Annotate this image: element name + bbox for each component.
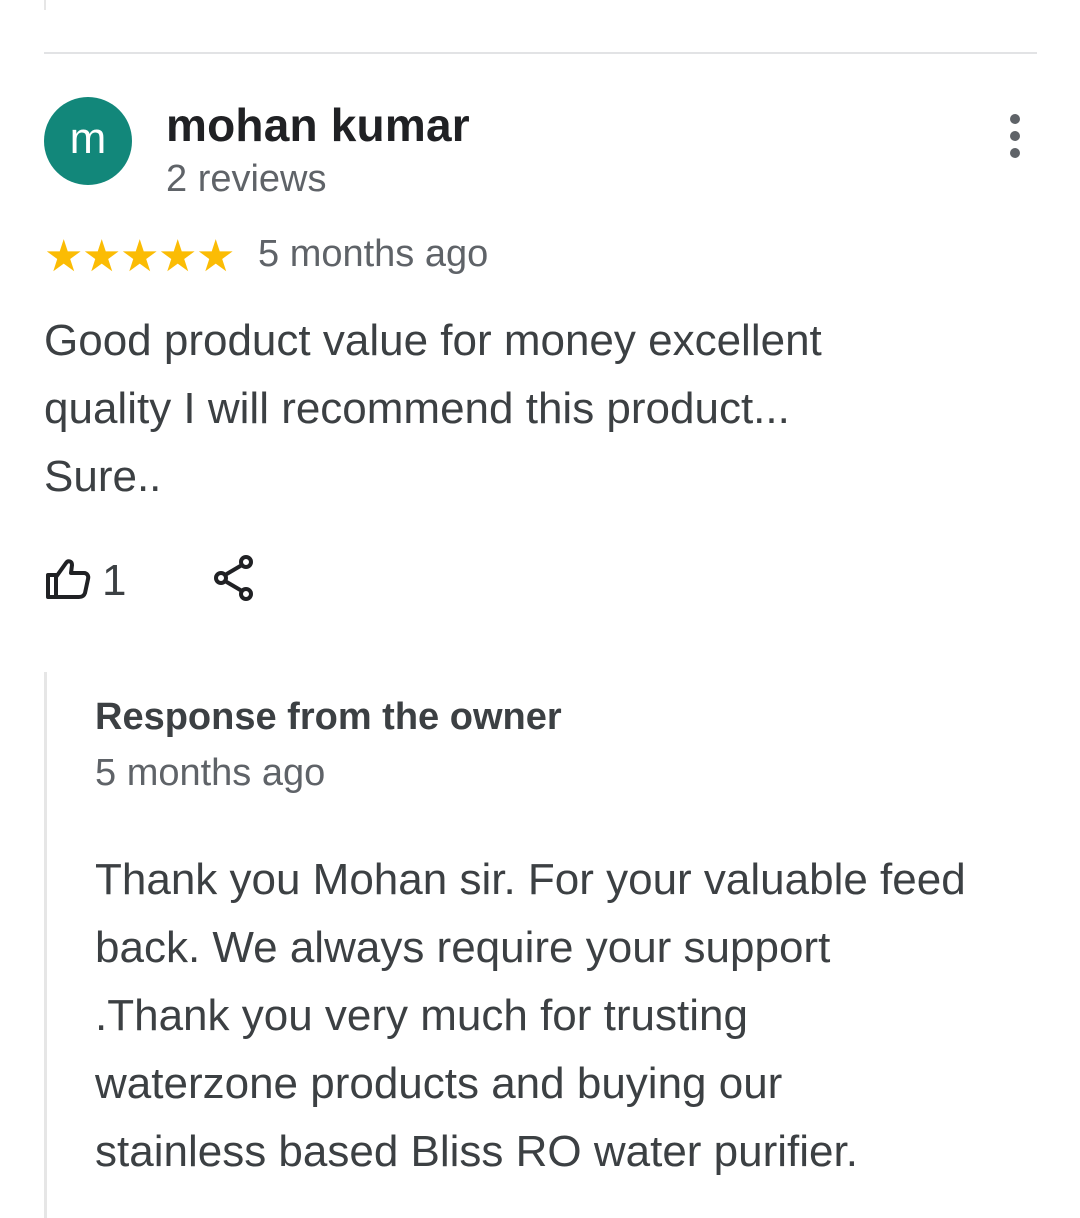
- reviewer-review-count: 2 reviews: [166, 158, 327, 200]
- star-icon: ★: [82, 231, 122, 282]
- owner-response-line: back. We always require your support: [95, 923, 831, 972]
- more-dot: [1010, 114, 1020, 124]
- star-icon: ★: [196, 231, 236, 282]
- owner-response-line: .Thank you very much for trusting: [95, 991, 748, 1040]
- owner-response-line: Thank you Mohan sir. For your valuable f…: [95, 855, 966, 904]
- more-dot: [1010, 148, 1020, 158]
- previous-review-border: [44, 0, 46, 10]
- star-icon: ★: [120, 231, 160, 282]
- review-divider: [44, 52, 1037, 54]
- owner-response-label: Response from the owner: [95, 696, 562, 738]
- review-time: 5 months ago: [258, 233, 489, 275]
- more-dot: [1010, 131, 1020, 141]
- like-count: 1: [102, 556, 127, 605]
- owner-response-text: Thank you Mohan sir. For your valuable f…: [95, 846, 1055, 1186]
- avatar[interactable]: m: [44, 97, 132, 185]
- star-icon: ★: [44, 231, 84, 282]
- review-text-line: quality I will recommend this product...: [44, 384, 790, 433]
- like-button[interactable]: 1: [44, 556, 126, 606]
- owner-response-line: stainless based Bliss RO water purifier.: [95, 1127, 858, 1176]
- owner-response-time: 5 months ago: [95, 752, 326, 794]
- owner-response-border: [44, 672, 47, 1218]
- star-rating: ★ ★ ★ ★ ★: [44, 231, 236, 282]
- review-text-line: Sure..: [44, 452, 162, 501]
- star-icon: ★: [158, 231, 198, 282]
- owner-response-line: waterzone products and buying our: [95, 1059, 783, 1108]
- review-text-line: Good product value for money excellent: [44, 316, 822, 365]
- more-options-button[interactable]: [996, 110, 1036, 162]
- thumb-up-icon: [44, 555, 92, 608]
- share-icon: [212, 555, 256, 606]
- reviewer-name[interactable]: mohan kumar: [166, 98, 470, 152]
- share-button[interactable]: [212, 554, 256, 602]
- review-text: Good product value for money excellent q…: [44, 307, 944, 511]
